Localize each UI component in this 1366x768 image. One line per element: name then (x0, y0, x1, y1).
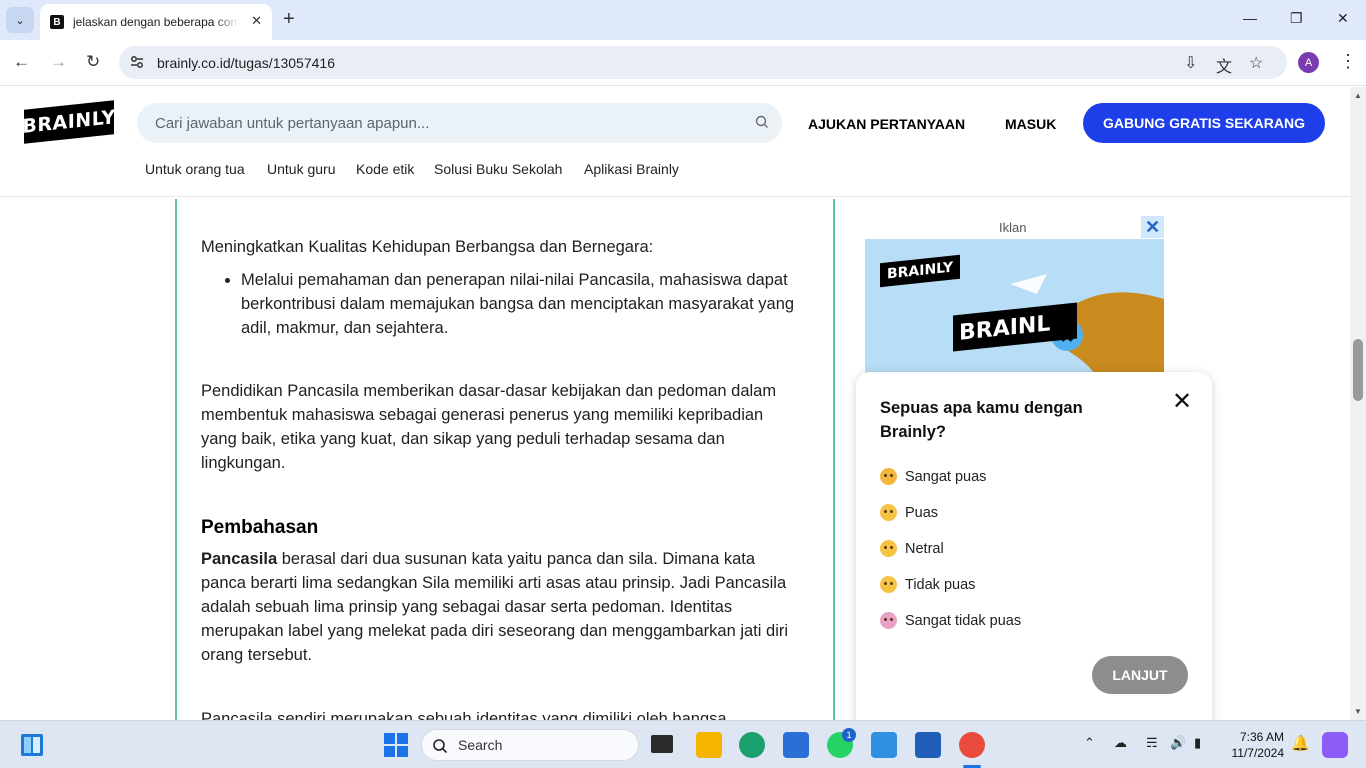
paragraph-text: berasal dari dua susunan kata yaitu panc… (201, 550, 789, 664)
search-placeholder: Cari jawaban untuk pertanyaan apapun... (155, 114, 430, 132)
smile-emoji-icon (880, 504, 897, 521)
scrollbar-thumb[interactable] (1353, 339, 1363, 401)
minimize-icon[interactable]: — (1243, 10, 1257, 26)
survey-close-icon[interactable]: ✕ (1172, 390, 1192, 414)
forward-icon[interactable]: → (50, 52, 67, 72)
survey-next-button[interactable]: LANJUT (1092, 656, 1188, 694)
notification-bell-icon[interactable]: 🔔 (1291, 734, 1310, 752)
task-view-icon[interactable] (651, 735, 673, 753)
brainly-favicon-icon: B (50, 15, 64, 29)
windows-start-icon[interactable] (384, 733, 408, 757)
windows-taskbar: Search 1 ⌃ ☁ ☴ 🔊 ▮ 7:36 AM 11/7/2024 🔔 (0, 720, 1366, 768)
subnav-teachers[interactable]: Untuk guru (267, 161, 335, 177)
address-bar[interactable]: brainly.co.id/tugas/13057416 ⇩ 文 ☆ (119, 46, 1287, 79)
survey-option-very-dissatisfied[interactable]: Sangat tidak puas (880, 612, 1021, 629)
bold-term: Pancasila (201, 550, 278, 568)
clock-time: 7:36 AM (1239, 730, 1284, 744)
ad-illustration: ✖ (1010, 274, 1164, 374)
word-icon[interactable] (915, 732, 941, 758)
join-free-button[interactable]: GABUNG GRATIS SEKARANG (1083, 103, 1325, 143)
tab-close-icon[interactable]: ✕ (251, 13, 262, 29)
answer-paragraph: Meningkatkan Kualitas Kehidupan Berbangs… (201, 238, 654, 256)
taskbar-search-box[interactable]: Search (421, 729, 639, 761)
system-clock[interactable]: 7:36 AM 11/7/2024 (1222, 729, 1285, 761)
page-scrollbar[interactable]: ▲ ▼ (1350, 87, 1366, 720)
wifi-icon[interactable]: ☴ (1146, 735, 1158, 751)
answer-content: Meningkatkan Kualitas Kehidupan Berbangs… (175, 199, 835, 720)
edge-browser-icon[interactable] (739, 732, 765, 758)
show-hidden-icons-chevron-icon[interactable]: ⌃ (1084, 735, 1095, 751)
neutral-emoji-icon (880, 540, 897, 557)
tab-search-chevron-icon[interactable]: ⌄ (6, 7, 34, 33)
ask-question-link[interactable]: AJUKAN PERTANYAAN (808, 116, 965, 132)
volume-icon[interactable]: 🔊 (1170, 735, 1186, 751)
page-viewport: BRAINLY Cari jawaban untuk pertanyaan ap… (0, 87, 1350, 720)
subnav-textbook-solutions[interactable]: Solusi Buku Sekolah (434, 161, 562, 177)
answer-paragraph: Pancasila berasal dari dua susunan kata … (201, 547, 801, 667)
frown-emoji-icon (880, 576, 897, 593)
subnav-brainly-app[interactable]: Aplikasi Brainly (584, 161, 679, 177)
scroll-down-icon[interactable]: ▼ (1354, 707, 1362, 716)
answer-paragraph: Pendidikan Pancasila memberikan dasar-da… (201, 382, 777, 472)
search-icon[interactable] (754, 114, 770, 130)
login-link[interactable]: MASUK (1005, 116, 1056, 132)
taskbar-search-label: Search (458, 737, 503, 753)
option-label: Puas (905, 504, 939, 521)
chrome-icon[interactable] (959, 732, 985, 758)
option-label: Sangat puas (905, 468, 987, 485)
option-label: Sangat tidak puas (905, 612, 1022, 629)
ad-banner[interactable]: BRAINLY ✖ BRAINL (865, 239, 1164, 374)
answer-bullet-list: Melalui pemahaman dan penerapan nilai-ni… (201, 268, 801, 340)
translate-icon[interactable]: 文 (1216, 53, 1232, 77)
browser-tab-bar: ⌄ B jelaskan dengan beberapa cont ✕ + — … (0, 0, 1366, 40)
copilot-icon[interactable] (1322, 732, 1348, 758)
subnav-parents[interactable]: Untuk orang tua (145, 161, 245, 177)
option-label: Netral (905, 540, 944, 557)
browser-tab-active[interactable]: B jelaskan dengan beberapa cont ✕ (40, 4, 272, 40)
survey-option-very-satisfied[interactable]: Sangat puas (880, 468, 986, 485)
site-header: BRAINLY Cari jawaban untuk pertanyaan ap… (0, 87, 1350, 197)
battery-icon[interactable]: ▮ (1194, 735, 1201, 751)
clock-date: 11/7/2024 (1231, 746, 1285, 760)
install-app-icon[interactable]: ⇩ (1184, 53, 1197, 73)
browser-menu-icon[interactable]: ⋮ (1339, 51, 1357, 71)
search-icon (433, 739, 448, 754)
section-heading: Pembahasan (201, 517, 319, 538)
survey-option-dissatisfied[interactable]: Tidak puas (880, 576, 975, 593)
onedrive-icon[interactable]: ☁ (1114, 735, 1127, 751)
subnav-code-of-conduct[interactable]: Kode etik (356, 161, 414, 177)
bookmark-star-icon[interactable]: ☆ (1249, 53, 1263, 73)
site-search-input[interactable]: Cari jawaban untuk pertanyaan apapun... (137, 103, 782, 143)
tab-title: jelaskan dengan beberapa cont (73, 15, 239, 29)
ad-label: Iklan (999, 220, 1027, 235)
window-close-icon[interactable]: ✕ (1337, 10, 1349, 27)
survey-option-satisfied[interactable]: Puas (880, 504, 938, 521)
survey-title: Sepuas apa kamu dengan Brainly? (880, 399, 1083, 441)
crying-emoji-icon (880, 612, 897, 629)
answer-paragraph: Pancasila sendiri merupakan sebuah ident… (201, 710, 727, 720)
vscode-icon[interactable] (871, 732, 897, 758)
whatsapp-notification-badge: 1 (842, 728, 856, 742)
list-item: Melalui pemahaman dan penerapan nilai-ni… (241, 268, 801, 340)
reload-icon[interactable]: ↻ (86, 52, 100, 72)
site-info-icon[interactable] (129, 54, 145, 70)
scroll-up-icon[interactable]: ▲ (1354, 91, 1362, 100)
satisfaction-survey-popup: Sepuas apa kamu dengan Brainly? ✕ Sangat… (856, 372, 1212, 720)
ad-close-icon[interactable]: ✕ (1141, 216, 1164, 238)
option-label: Tidak puas (905, 576, 976, 593)
url-text: brainly.co.id/tugas/13057416 (157, 55, 335, 71)
profile-avatar[interactable]: A (1298, 52, 1319, 73)
new-tab-icon[interactable]: + (283, 9, 295, 29)
widgets-icon[interactable] (20, 733, 44, 757)
restore-icon[interactable]: ❐ (1290, 10, 1303, 27)
browser-toolbar: ← → ↻ brainly.co.id/tugas/13057416 ⇩ 文 ☆… (0, 40, 1366, 86)
heart-eyes-emoji-icon (880, 468, 897, 485)
microsoft-store-icon[interactable] (783, 732, 809, 758)
back-icon[interactable]: ← (13, 52, 30, 72)
brainly-logo[interactable]: BRAINLY (22, 100, 116, 144)
file-explorer-icon[interactable] (696, 732, 722, 758)
survey-option-neutral[interactable]: Netral (880, 540, 944, 557)
